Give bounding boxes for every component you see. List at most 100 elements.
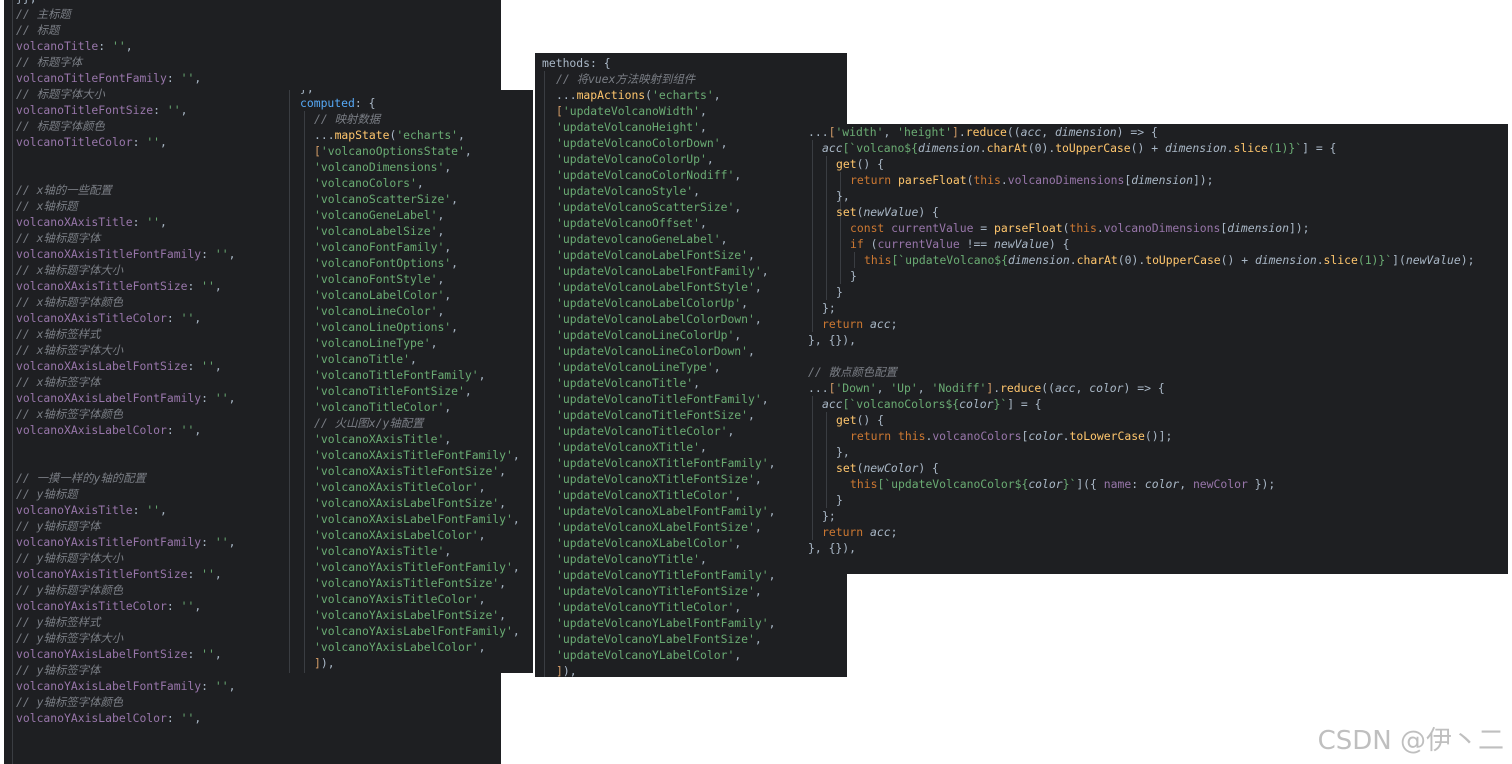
code-line: 'updateVolcanoColorDown', <box>556 135 727 151</box>
code-token: . <box>1069 253 1077 267</box>
code-token: '' <box>214 535 229 549</box>
code-line: // 主标题 <box>16 6 71 22</box>
code-line: 'updateVolcanoXTitleFontSize', <box>556 471 762 487</box>
code-token: 'width' <box>835 125 884 139</box>
code-line: 'updateVolcanoXLabelColor', <box>556 535 741 551</box>
code-token: [ <box>314 144 321 158</box>
code-token: '' <box>112 39 126 53</box>
code-token: // x轴标题 <box>16 199 78 213</box>
code-token: , <box>444 240 452 254</box>
code-token: 'updateVolcanoXLabelFontSize' <box>556 520 755 534</box>
code-token: // y轴标题字体颜色 <box>16 583 124 597</box>
code-token: 'updateVolcanoLineType' <box>556 360 714 374</box>
code-token: '' <box>214 247 229 261</box>
code-line: volcanoXAxisTitleFontSize: '', <box>16 278 222 294</box>
code-token: volcanoXAxisTitleFontFamily <box>16 247 202 261</box>
code-token: // 一摸一样的y轴的配置 <box>16 471 146 485</box>
code-token: // 散点颜色配置 <box>808 365 897 379</box>
code-line: 'volcanoLineColor', <box>314 303 444 319</box>
code-token: : <box>166 711 181 725</box>
code-token: : <box>187 359 202 373</box>
code-token: dimension <box>1054 125 1117 139</box>
code-token: , <box>451 320 459 334</box>
code-token: , <box>194 711 202 725</box>
indent-guide <box>812 140 813 332</box>
code-token: : <box>166 599 181 613</box>
code-token: , <box>228 391 236 405</box>
code-token: , <box>214 279 222 293</box>
code-line: volcanoXAxisLabelFontFamily: '', <box>16 390 235 406</box>
code-token: , <box>768 568 776 582</box>
code-line: ]), <box>556 663 577 677</box>
code-line: 'volcanoYAxisTitleFontFamily', <box>314 559 520 575</box>
code-token: : <box>132 135 147 149</box>
code-token: (( <box>1006 125 1021 139</box>
code-token: [`updateVolcano${ <box>891 253 1009 267</box>
code-token: // x轴标签样式 <box>16 327 101 341</box>
code-token: // x轴标签字体大小 <box>16 343 124 357</box>
code-token: volcanoYAxisLabelColor <box>16 711 167 725</box>
code-token: 'volcanoTitle' <box>314 352 411 366</box>
code-token: get <box>836 157 857 171</box>
code-line: // 标题字体 <box>16 54 82 70</box>
code-token: , <box>754 584 762 598</box>
code-token: ]({ <box>1076 477 1104 491</box>
code-token: 'updateVolcanoXTitle' <box>556 440 701 454</box>
code-line: 'updateVolcanoOffset', <box>556 215 707 231</box>
code-line: 'updateVolcanoLineColorDown', <box>556 343 755 359</box>
code-line: }, {}), <box>808 332 856 348</box>
code-line: // 标题 <box>16 22 59 38</box>
code-line: 'volcanoXAxisLabelColor', <box>314 527 485 543</box>
code-token: computed <box>300 96 355 110</box>
code-line: 'updateVolcanoYTitleFontFamily', <box>556 567 775 583</box>
code-line: volcanoYAxisLabelFontFamily: '', <box>16 678 235 694</box>
code-token: const <box>850 221 892 235</box>
code-token: , <box>194 311 202 325</box>
code-token: toUpperCase <box>1055 141 1131 155</box>
code-line: // 映射数据 <box>314 111 380 127</box>
indent-guide <box>854 252 855 268</box>
code-token: . <box>1000 173 1008 187</box>
code-token: 'volcanoLabelSize' <box>314 224 438 238</box>
indent-guide <box>304 111 305 673</box>
code-token: 'updateVolcanoScatterSize' <box>556 200 735 214</box>
code-token: ... <box>314 128 335 142</box>
code-line: 'updateVolcanoYLabelFontFamily', <box>556 615 775 631</box>
code-token: [ <box>556 104 563 118</box>
code-token: '' <box>180 599 195 613</box>
code-line: // y轴标题字体大小 <box>16 550 123 566</box>
code-line: set(newValue) { <box>836 204 939 220</box>
code-panel-computed: },computed: {// 映射数据...mapState('echarts… <box>261 90 533 673</box>
code-token: // y轴标签字体大小 <box>16 631 124 645</box>
code-token: [`volcanoColors${ <box>842 397 960 411</box>
code-token: , <box>734 328 742 342</box>
code-token: , <box>1041 125 1055 139</box>
code-token: toLowerCase <box>1069 429 1145 443</box>
code-line: return acc; <box>822 524 897 540</box>
code-token: name <box>1103 477 1132 491</box>
code-token: // x轴标题字体颜色 <box>16 295 124 309</box>
code-token: , <box>734 168 742 182</box>
code-token: }; <box>822 509 836 523</box>
code-line: 'volcanoYAxisTitle', <box>314 543 451 559</box>
code-token: 'Up' <box>890 381 918 395</box>
code-token: , <box>125 39 133 53</box>
code-token: , <box>464 144 472 158</box>
code-token: (1)}` <box>1267 141 1303 155</box>
code-token: , <box>410 352 417 366</box>
code-token: 'updateVolcanoStyle' <box>556 184 694 198</box>
code-token: , <box>700 440 707 454</box>
code-token: // y轴标签字体 <box>16 663 101 677</box>
code-token: return <box>822 317 871 331</box>
code-token: '' <box>166 103 181 117</box>
code-token: ] <box>314 656 321 670</box>
code-token: '' <box>180 711 195 725</box>
code-line: 'volcanoXAxisLabelFontFamily', <box>314 511 520 527</box>
code-token: ) { <box>1048 237 1070 251</box>
code-token: volcanoXAxisTitleColor <box>16 311 167 325</box>
code-token: () + <box>1220 253 1255 267</box>
code-line: ...mapState('echarts', <box>314 127 465 143</box>
code-token: , <box>754 280 762 294</box>
code-token: , <box>754 632 762 646</box>
code-token: color <box>959 397 994 411</box>
